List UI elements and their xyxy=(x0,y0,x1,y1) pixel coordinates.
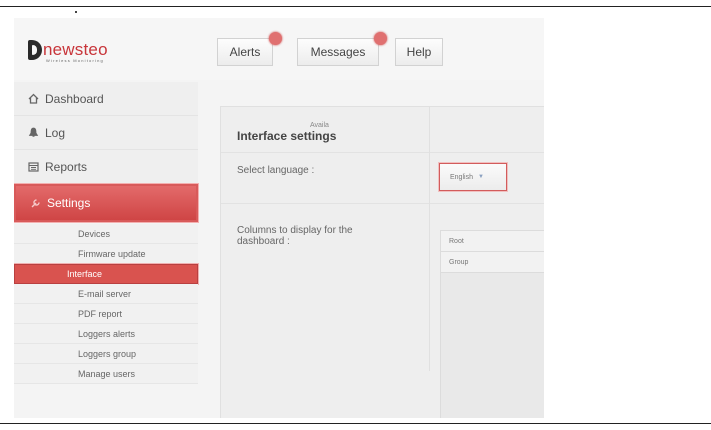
submenu-item-label: Devices xyxy=(78,228,111,239)
logo-mark-icon xyxy=(28,40,42,60)
sidebar-item-dashboard[interactable]: Dashboard xyxy=(14,82,198,116)
submenu-item-label: Manage users xyxy=(78,368,136,379)
sidebar: Dashboard Log Reports Settings Devices F… xyxy=(14,82,198,384)
settings-submenu: Devices Firmware update Interface E-mail… xyxy=(14,224,198,384)
bottom-border-line xyxy=(0,423,711,424)
top-border-line xyxy=(0,6,711,7)
logo-brand-text: newsteo xyxy=(43,40,108,59)
language-label: Select language : xyxy=(237,165,315,176)
home-icon xyxy=(28,93,39,104)
help-label: Help xyxy=(406,45,432,59)
reports-icon xyxy=(28,161,39,172)
submenu-item-loggers-group[interactable]: Loggers group xyxy=(14,344,198,364)
submenu-item-label: Loggers alerts xyxy=(78,328,136,339)
logo-tagline: Wireless Monitoring xyxy=(46,58,104,63)
language-select-value: English xyxy=(450,173,473,181)
list-item[interactable]: Root xyxy=(441,231,544,252)
page-title: Interface settings xyxy=(221,119,544,153)
help-button[interactable]: Help xyxy=(395,38,443,66)
language-select[interactable]: English ▼ xyxy=(439,163,507,191)
submenu-item-manage-users[interactable]: Manage users xyxy=(14,364,198,384)
submenu-item-loggers-alerts[interactable]: Loggers alerts xyxy=(14,324,198,344)
bell-icon xyxy=(28,127,39,138)
submenu-item-label: Loggers group xyxy=(78,348,137,359)
stray-dot xyxy=(75,11,77,13)
list-item-label: Root xyxy=(449,237,464,245)
sidebar-item-label: Log xyxy=(45,125,66,140)
wrench-icon xyxy=(30,198,41,209)
messages-badge xyxy=(374,32,387,45)
messages-label: Messages xyxy=(310,45,366,59)
sidebar-item-log[interactable]: Log xyxy=(14,116,198,150)
app-window: newsteo Wireless Monitoring Alerts Messa… xyxy=(14,18,544,418)
submenu-item-label: E-mail server xyxy=(78,288,132,299)
columns-label: Columns to display for the dashboard : xyxy=(237,225,353,247)
list-item-label: Group xyxy=(449,258,469,266)
header-bar: newsteo Wireless Monitoring Alerts Messa… xyxy=(14,18,544,80)
available-columns-list[interactable]: Root Group xyxy=(440,230,544,418)
sidebar-item-label: Dashboard xyxy=(45,91,104,106)
submenu-item-firmware-update[interactable]: Firmware update xyxy=(14,244,198,264)
alerts-badge xyxy=(269,32,282,45)
sidebar-item-label: Settings xyxy=(47,196,91,210)
sidebar-item-label: Reports xyxy=(45,159,88,174)
submenu-item-label: Interface xyxy=(67,269,103,279)
list-item[interactable]: Group xyxy=(441,252,544,273)
language-row: Select language : English ▼ xyxy=(221,155,544,204)
available-columns-header: Availa xyxy=(310,122,329,129)
alerts-label: Alerts xyxy=(229,45,261,59)
alerts-button[interactable]: Alerts xyxy=(217,38,273,66)
submenu-item-pdf-report[interactable]: PDF report xyxy=(14,304,198,324)
submenu-item-interface[interactable]: Interface xyxy=(14,264,198,284)
chevron-down-icon: ▼ xyxy=(477,174,484,180)
submenu-item-devices[interactable]: Devices xyxy=(14,224,198,244)
sidebar-item-reports[interactable]: Reports xyxy=(14,150,198,184)
submenu-item-label: PDF report xyxy=(78,308,123,319)
messages-button[interactable]: Messages xyxy=(297,38,379,66)
submenu-item-label: Firmware update xyxy=(78,248,146,259)
sidebar-item-settings[interactable]: Settings xyxy=(14,184,198,222)
submenu-item-email-server[interactable]: E-mail server xyxy=(14,284,198,304)
